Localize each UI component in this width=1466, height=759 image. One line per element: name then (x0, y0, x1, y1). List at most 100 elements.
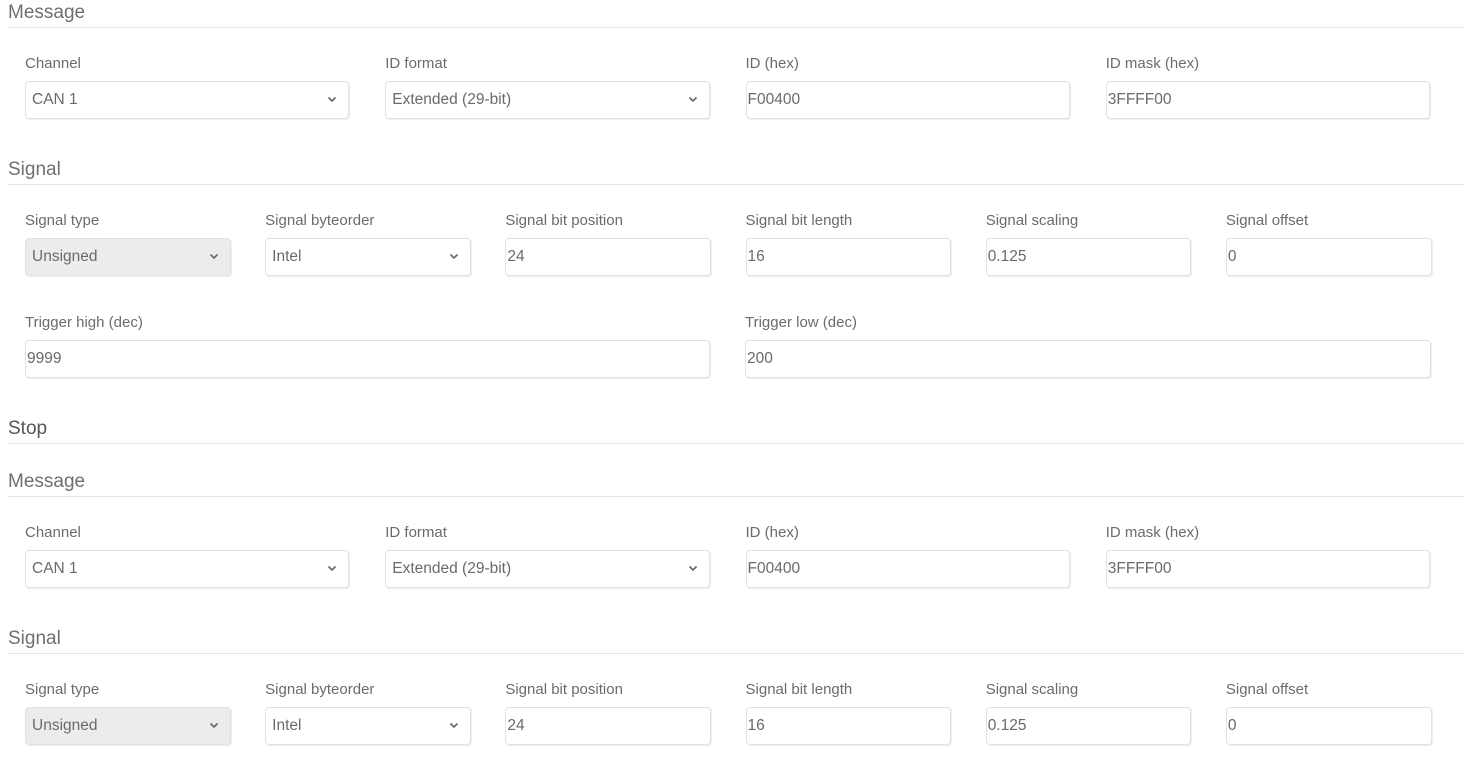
stop-id-format-label: ID format (385, 524, 447, 541)
stop-id-mask-value: 3FFFF00 (1107, 560, 1172, 577)
chevron-down-icon (209, 722, 218, 729)
trigger-low-field: Trigger low (dec) 200 (745, 314, 1431, 378)
stop-signal-bit-length-input[interactable]: 16 (745, 707, 952, 745)
section-heading-stop-message: Message (8, 469, 1464, 497)
id-value: F00400 (747, 91, 801, 108)
stop-signal-offset-label: Signal offset (1225, 681, 1309, 698)
stop-signal-type-label: Signal type (25, 681, 100, 698)
signal-bit-length-value: 16 (747, 248, 765, 265)
chevron-down-icon (209, 253, 218, 260)
id-format-select[interactable]: Extended (29-bit) (385, 81, 710, 119)
trigger-row: Trigger high (dec) 9999 Trigger low (dec… (25, 314, 1466, 378)
stop-signal-offset-field: Signal offset 0 (1225, 681, 1432, 745)
stop-signal-bit-position-field: Signal bit position 24 (505, 681, 712, 745)
id-mask-value: 3FFFF00 (1107, 91, 1172, 108)
signal-offset-input[interactable]: 0 (1225, 238, 1432, 276)
stop-signal-byteorder-label: Signal byteorder (265, 681, 375, 698)
signal-byteorder-label: Signal byteorder (265, 212, 375, 229)
stop-signal-type-select[interactable]: Unsigned (25, 707, 231, 745)
stop-signal-scaling-input[interactable]: 0.125 (985, 707, 1192, 745)
signal-scaling-input[interactable]: 0.125 (985, 238, 1192, 276)
stop-id-format-field: ID format Extended (29-bit) (385, 524, 710, 588)
id-mask-label: ID mask (hex) (1105, 55, 1200, 72)
stop-message-row: Channel CAN 1 ID format Extended (29-bit… (25, 524, 1466, 588)
stop-id-mask-label: ID mask (hex) (1105, 524, 1200, 541)
signal-bit-length-label: Signal bit length (745, 212, 853, 229)
stop-signal-byteorder-field: Signal byteorder Intel (265, 681, 471, 745)
signal-offset-value: 0 (1227, 248, 1237, 265)
trigger-low-input[interactable]: 200 (745, 340, 1431, 378)
section-heading-stop: Stop (8, 416, 1464, 444)
channel-field: Channel CAN 1 (25, 55, 350, 119)
signal-byteorder-value: Intel (272, 248, 302, 265)
stop-signal-type-field: Signal type Unsigned (25, 681, 231, 745)
chevron-down-icon (449, 722, 458, 729)
stop-channel-value: CAN 1 (32, 560, 78, 577)
stop-id-field: ID (hex) F00400 (745, 524, 1070, 588)
signal-byteorder-field: Signal byteorder Intel (265, 212, 471, 276)
section-heading-signal: Signal (8, 157, 1464, 185)
signal-scaling-field: Signal scaling 0.125 (985, 212, 1192, 276)
trigger-high-input[interactable]: 9999 (25, 340, 710, 378)
stop-id-format-value: Extended (29-bit) (392, 560, 512, 577)
channel-value: CAN 1 (32, 91, 78, 108)
channel-label: Channel (25, 55, 81, 72)
signal-bit-position-value: 24 (507, 248, 525, 265)
signal-bit-position-input[interactable]: 24 (505, 238, 712, 276)
chevron-down-icon (328, 96, 337, 103)
id-format-label: ID format (385, 55, 447, 72)
signal-bit-position-label: Signal bit position (505, 212, 623, 229)
stop-id-label: ID (hex) (745, 524, 799, 541)
trigger-high-value: 9999 (27, 350, 62, 367)
signal-bit-position-field: Signal bit position 24 (505, 212, 712, 276)
stop-id-input[interactable]: F00400 (745, 550, 1070, 588)
signal-type-select[interactable]: Unsigned (25, 238, 231, 276)
signal-type-field: Signal type Unsigned (25, 212, 231, 276)
id-mask-field: ID mask (hex) 3FFFF00 (1105, 55, 1430, 119)
id-format-value: Extended (29-bit) (392, 91, 512, 108)
stop-signal-row: Signal type Unsigned Signal byteorder In… (25, 681, 1466, 745)
trigger-high-field: Trigger high (dec) 9999 (25, 314, 710, 378)
signal-scaling-label: Signal scaling (985, 212, 1079, 229)
chevron-down-icon (449, 253, 458, 260)
signal-offset-label: Signal offset (1225, 212, 1309, 229)
signal-bit-length-input[interactable]: 16 (745, 238, 952, 276)
id-field: ID (hex) F00400 (745, 55, 1070, 119)
section-heading-stop-signal: Signal (8, 626, 1464, 654)
trigger-low-value: 200 (747, 350, 773, 367)
trigger-low-label: Trigger low (dec) (745, 314, 857, 331)
id-input[interactable]: F00400 (745, 81, 1070, 119)
signal-scaling-value: 0.125 (987, 248, 1027, 265)
id-format-field: ID format Extended (29-bit) (385, 55, 710, 119)
chevron-down-icon (688, 565, 697, 572)
stop-signal-bit-length-label: Signal bit length (745, 681, 853, 698)
stop-signal-scaling-value: 0.125 (987, 717, 1027, 734)
channel-select[interactable]: CAN 1 (25, 81, 350, 119)
stop-signal-offset-input[interactable]: 0 (1225, 707, 1432, 745)
chevron-down-icon (328, 565, 337, 572)
stop-channel-field: Channel CAN 1 (25, 524, 350, 588)
id-mask-input[interactable]: 3FFFF00 (1105, 81, 1430, 119)
stop-signal-type-value: Unsigned (32, 717, 98, 734)
stop-id-mask-input[interactable]: 3FFFF00 (1105, 550, 1430, 588)
stop-signal-bit-length-value: 16 (747, 717, 765, 734)
id-label: ID (hex) (745, 55, 799, 72)
stop-signal-bit-position-input[interactable]: 24 (505, 707, 712, 745)
stop-id-format-select[interactable]: Extended (29-bit) (385, 550, 710, 588)
message-row: Channel CAN 1 ID format Extended (29-bit… (25, 55, 1466, 119)
stop-id-value: F00400 (747, 560, 801, 577)
stop-signal-byteorder-select[interactable]: Intel (265, 707, 471, 745)
stop-id-mask-field: ID mask (hex) 3FFFF00 (1105, 524, 1430, 588)
trigger-high-label: Trigger high (dec) (25, 314, 143, 331)
stop-signal-byteorder-value: Intel (272, 717, 302, 734)
signal-type-value: Unsigned (32, 248, 98, 265)
signal-type-label: Signal type (25, 212, 100, 229)
stop-signal-bit-length-field: Signal bit length 16 (745, 681, 952, 745)
stop-signal-bit-position-value: 24 (507, 717, 525, 734)
stop-channel-select[interactable]: CAN 1 (25, 550, 350, 588)
stop-signal-bit-position-label: Signal bit position (505, 681, 623, 698)
signal-byteorder-select[interactable]: Intel (265, 238, 471, 276)
stop-signal-scaling-field: Signal scaling 0.125 (985, 681, 1192, 745)
signal-offset-field: Signal offset 0 (1225, 212, 1432, 276)
signal-row: Signal type Unsigned Signal byteorder In… (25, 212, 1466, 276)
